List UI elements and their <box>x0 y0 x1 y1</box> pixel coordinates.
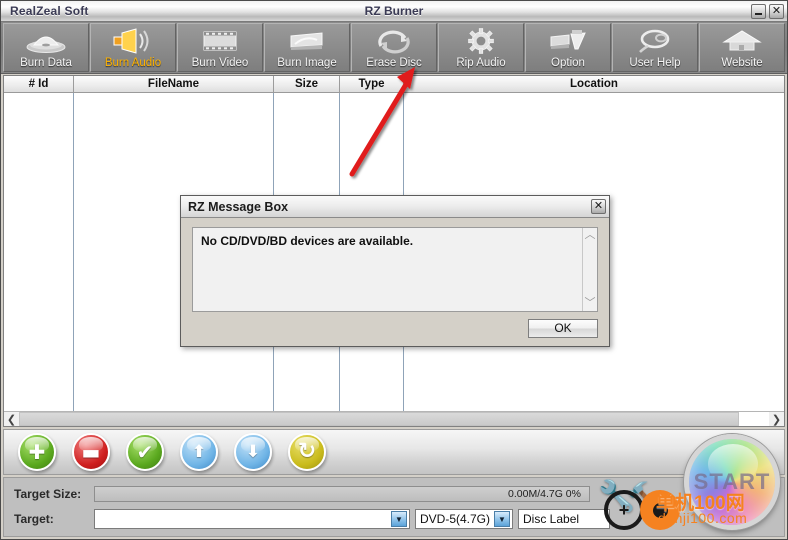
dialog-close-button[interactable]: ✕ <box>591 199 606 214</box>
target-label: Target: <box>14 512 54 526</box>
dialog-vertical-scrollbar[interactable]: ︿ ﹀ <box>582 228 597 311</box>
target-size-progress: 0.00M/4.7G 0% <box>94 486 590 502</box>
toolbar-item-website[interactable]: Website <box>699 23 785 72</box>
chevron-down-icon[interactable]: ▼ <box>391 511 407 527</box>
question-cloud-icon <box>613 24 697 57</box>
window-controls: ✕ <box>751 3 784 19</box>
refresh-button[interactable]: ↻ <box>288 433 326 471</box>
toolbar-label-burn-data: Burn Data <box>20 57 72 69</box>
disc-image-icon <box>265 24 349 57</box>
minimize-icon <box>755 12 762 15</box>
target-device-combo[interactable]: ▼ <box>94 509 410 529</box>
app-name: RealZeal Soft <box>10 4 89 18</box>
disc-type-value: DVD-5(4.7G) <box>420 512 491 526</box>
move-down-button[interactable]: ⬇ <box>234 433 272 471</box>
chevron-down-icon[interactable]: ▼ <box>494 511 510 527</box>
action-button-bar: ✚ ▬ ✔ ⬆ ⬇ ↻ <box>3 429 785 475</box>
gear-icon <box>439 24 523 57</box>
move-up-button[interactable]: ⬆ <box>180 433 218 471</box>
toolbar-item-burn-data[interactable]: Burn Data <box>3 23 89 72</box>
dialog-ok-label: OK <box>554 321 572 335</box>
column-header-type[interactable]: Type <box>340 76 404 92</box>
speaker-icon <box>91 24 175 57</box>
home-icon <box>700 24 784 57</box>
disc-stack-icon <box>4 24 88 57</box>
start-button-label: START <box>693 469 771 494</box>
toolbar-label-website: Website <box>721 57 763 69</box>
message-dialog: RZ Message Box ✕ No CD/DVD/BD devices ar… <box>180 195 610 347</box>
hammer-icon: 🔨 <box>626 482 664 515</box>
scrollbar-thumb[interactable] <box>19 412 739 426</box>
scroll-right-icon[interactable]: ❯ <box>769 412 784 426</box>
window-title: RZ Burner <box>364 4 424 18</box>
recycle-arrows-icon <box>352 24 436 57</box>
scroll-up-icon[interactable]: ︿ <box>585 230 596 241</box>
dialog-title: RZ Message Box <box>188 199 289 214</box>
start-button[interactable]: START <box>684 434 780 530</box>
remove-button[interactable]: ▬ <box>72 433 110 471</box>
confirm-button[interactable]: ✔ <box>126 433 164 471</box>
add-button[interactable]: ✚ <box>18 433 56 471</box>
grid-divider <box>73 93 74 411</box>
target-size-value: 0.00M/4.7G 0% <box>508 488 581 500</box>
refresh-icon: ↻ <box>297 439 317 464</box>
minimize-button[interactable] <box>751 3 766 19</box>
close-icon: ✕ <box>593 200 604 212</box>
tools-icon <box>526 24 610 57</box>
toolbar-label-burn-video: Burn Video <box>191 57 249 69</box>
column-header-size[interactable]: Size <box>274 76 340 92</box>
toolbar-item-rip-audio[interactable]: Rip Audio <box>438 23 524 72</box>
scroll-left-icon[interactable]: ❮ <box>4 412 19 426</box>
file-list-header: # Id FileName Size Type Location <box>4 76 784 93</box>
disc-type-combo[interactable]: DVD-5(4.7G) ▼ <box>415 509 513 529</box>
scroll-down-icon[interactable]: ﹀ <box>585 298 596 309</box>
dialog-message-box: No CD/DVD/BD devices are available. ︿ ﹀ <box>192 227 598 312</box>
dialog-message-text: No CD/DVD/BD devices are available. <box>201 234 414 248</box>
column-header-filename[interactable]: FileName <box>74 76 274 92</box>
close-button[interactable]: ✕ <box>769 3 784 19</box>
toolbar-label-burn-audio: Burn Audio <box>104 57 162 69</box>
bottom-panel: Target Size: 0.00M/4.7G 0% Target: ▼ DVD… <box>3 434 785 537</box>
column-header-location[interactable]: Location <box>404 76 784 92</box>
toolbar-item-burn-image[interactable]: Burn Image <box>264 23 350 72</box>
plus-icon: ✚ <box>28 440 46 464</box>
dialog-footer: OK <box>192 312 598 338</box>
toolbar-label-user-help: User Help <box>629 57 681 69</box>
dialog-title-bar: RZ Message Box ✕ <box>181 196 609 218</box>
toolbar-label-erase-disc: Erase Disc <box>366 57 422 69</box>
dialog-ok-button[interactable]: OK <box>528 318 598 338</box>
check-icon: ✔ <box>136 440 154 464</box>
toolbar-item-user-help[interactable]: User Help <box>612 23 698 72</box>
toolbar-item-burn-video[interactable]: Burn Video <box>177 23 263 72</box>
scrollbar-track[interactable] <box>19 412 769 426</box>
horizontal-scrollbar[interactable]: ❮ ❯ <box>4 411 784 426</box>
column-header-id[interactable]: # Id <box>4 76 74 92</box>
toolbar-label-option: Option <box>551 57 585 69</box>
toolbar-item-option[interactable]: Option <box>525 23 611 72</box>
tools-decoration: 🔧 🔨 <box>596 480 666 534</box>
title-bar: RealZeal Soft RZ Burner ✕ <box>1 1 787 22</box>
close-icon: ✕ <box>771 4 782 17</box>
minus-icon: ▬ <box>81 440 101 464</box>
toolbar-label-burn-image: Burn Image <box>277 57 337 69</box>
film-strip-icon <box>178 24 262 57</box>
arrow-up-icon: ⬆ <box>191 441 207 462</box>
main-toolbar: Burn Data Burn Audio Burn Video Burn Ima… <box>1 22 787 74</box>
toolbar-label-rip-audio: Rip Audio <box>456 57 506 69</box>
arrow-down-icon: ⬇ <box>245 441 261 462</box>
toolbar-item-burn-audio[interactable]: Burn Audio <box>90 23 176 72</box>
application-window: RealZeal Soft RZ Burner ✕ Burn Data Burn… <box>0 0 788 540</box>
target-size-label: Target Size: <box>14 487 82 501</box>
dialog-body: No CD/DVD/BD devices are available. ︿ ﹀ … <box>181 218 609 346</box>
toolbar-item-erase-disc[interactable]: Erase Disc <box>351 23 437 72</box>
disc-label-value: Disc Label <box>523 512 580 526</box>
